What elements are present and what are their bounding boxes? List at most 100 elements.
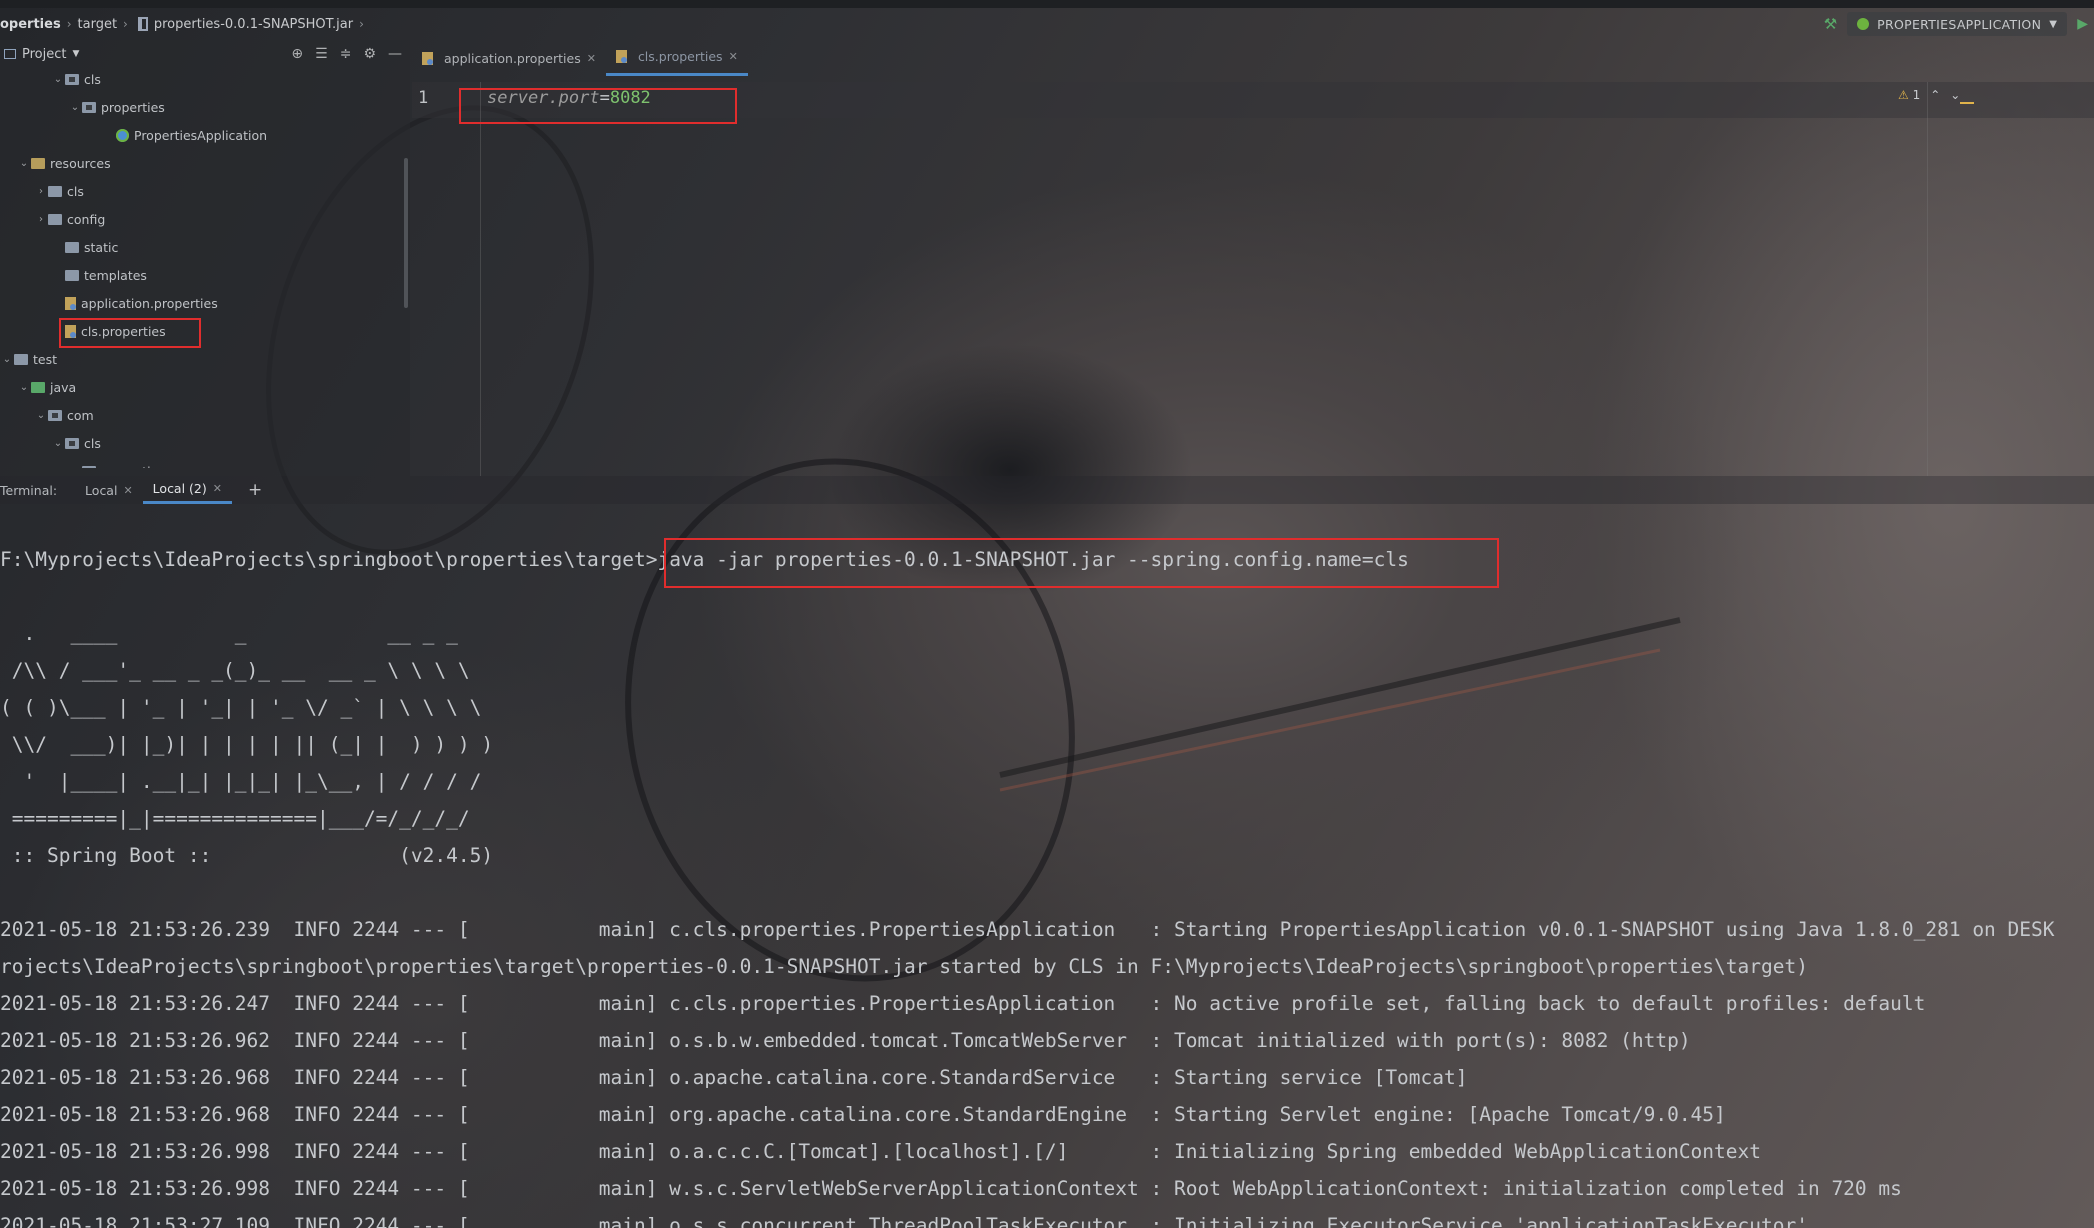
properties-file-icon	[615, 50, 627, 63]
folder-icon	[48, 213, 62, 225]
log-line: 2021-05-18 21:53:26.962 INFO 2244 --- [ …	[0, 1029, 1691, 1052]
chevron-right-icon[interactable]: ›	[34, 214, 48, 225]
run-icon[interactable]: ▶	[2077, 16, 2088, 32]
tree-node[interactable]: ⌄ resources	[17, 152, 111, 174]
folder-icon	[65, 437, 79, 449]
terminal-title: Terminal:	[0, 482, 58, 498]
breadcrumb-separator-icon: ›	[66, 17, 72, 31]
tab-label: cls.properties	[637, 49, 723, 64]
run-configuration-label: PROPERTIESAPPLICATION	[1877, 16, 2042, 32]
spring-boot-icon	[1857, 18, 1870, 30]
breadcrumb-project[interactable]: operties	[0, 17, 61, 32]
project-scrollbar[interactable]	[404, 158, 408, 308]
log-line: 2021-05-18 21:53:27.109 INFO 2244 --- [ …	[0, 1214, 1808, 1228]
log-line: rojects\IdeaProjects\springboot\properti…	[0, 955, 1808, 978]
terminal-tab-local[interactable]: Local ✕	[75, 476, 143, 504]
tree-node[interactable]: static	[51, 236, 118, 258]
folder-icon	[31, 381, 45, 393]
close-icon[interactable]: ✕	[587, 52, 596, 65]
tree-node[interactable]: PropertiesApplication	[102, 124, 267, 146]
terminal-tab-label: Local (2)	[152, 481, 207, 496]
line-number: 1	[418, 88, 429, 108]
tree-node-label: properties	[101, 99, 165, 115]
folder-icon	[65, 73, 79, 85]
chevron-down-icon[interactable]: ⌄	[17, 382, 31, 393]
chevron-up-icon[interactable]: ⌃	[1930, 88, 1940, 102]
tree-node[interactable]: ⌄ test	[0, 348, 57, 370]
collapse-all-icon[interactable]: ≑	[340, 46, 352, 62]
locate-icon[interactable]: ⊕	[291, 46, 303, 62]
folder-icon	[65, 269, 79, 281]
breadcrumb-jar[interactable]: properties-0.0.1-SNAPSHOT.jar	[154, 17, 353, 32]
project-view-selector[interactable]: Project ▼	[4, 47, 79, 62]
properties-file-icon	[65, 296, 76, 310]
chevron-right-icon[interactable]: ›	[34, 186, 48, 197]
tree-node[interactable]: ⌄ java	[17, 376, 76, 398]
warning-marker[interactable]	[1960, 102, 1974, 104]
tree-node-label: test	[33, 351, 58, 367]
chevron-down-icon: ▼	[2049, 18, 2058, 30]
gear-icon[interactable]: ⚙	[363, 46, 376, 62]
close-icon[interactable]: ✕	[213, 482, 222, 495]
folder-icon	[65, 241, 79, 253]
tree-node[interactable]: ⌄ cls	[51, 68, 101, 90]
inspection-widget[interactable]: ⚠ 1 ⌃ ⌄	[1898, 88, 1960, 102]
chevron-down-icon[interactable]: ⌄	[68, 466, 82, 469]
spring-banner-line: =========|_|==============|___/=/_/_/_/	[0, 807, 470, 830]
expand-all-icon[interactable]: ☰	[315, 46, 328, 62]
spring-banner-line: ( ( )\___ | '_ | '_| | '_ \/ _` | \ \ \ …	[0, 696, 482, 719]
chevron-down-icon[interactable]: ⌄	[17, 158, 31, 169]
chevron-down-icon[interactable]: ⌄	[68, 102, 82, 113]
folder-icon	[31, 157, 45, 169]
spring-banner-line: :: Spring Boot :: (v2.4.5)	[0, 844, 494, 867]
log-line: 2021-05-18 21:53:26.247 INFO 2244 --- [ …	[0, 992, 1926, 1015]
tree-node-label: java	[50, 379, 77, 395]
tree-node[interactable]: ⌄ cls	[51, 432, 101, 454]
terminal-output[interactable]: F:\Myprojects\IdeaProjects\springboot\pr…	[0, 504, 2094, 1228]
right-margin-guide	[1927, 82, 1928, 476]
log-line: 2021-05-18 21:53:26.239 INFO 2244 --- [ …	[0, 918, 2055, 941]
chevron-down-icon: ▼	[72, 49, 80, 59]
breadcrumb-target[interactable]: target	[78, 17, 118, 32]
code-editor[interactable]: 1 server.port=8082 ⚠ 1 ⌃ ⌄	[412, 82, 2094, 476]
spring-class-icon	[116, 128, 129, 142]
folder-icon	[14, 353, 28, 365]
run-configuration-dropdown[interactable]: PROPERTIESAPPLICATION ▼	[1847, 12, 2068, 36]
tree-node[interactable]: › config	[34, 208, 105, 230]
close-icon[interactable]: ✕	[123, 484, 132, 497]
properties-file-icon	[422, 51, 433, 65]
tab-application-properties[interactable]: application.properties ✕	[412, 40, 606, 76]
tree-node-label: com	[67, 407, 94, 423]
tree-node-label: cls	[67, 183, 84, 199]
highlight-code-box	[459, 88, 737, 124]
tree-node[interactable]: templates	[51, 264, 147, 286]
navigation-bar: operties › target › properties-0.0.1-SNA…	[0, 8, 2094, 40]
new-terminal-plus-icon[interactable]: +	[248, 480, 262, 500]
terminal-tab-local-2[interactable]: Local (2) ✕	[142, 476, 232, 504]
jar-file-icon	[137, 17, 148, 31]
tree-node[interactable]: ⌄ com	[34, 404, 94, 426]
tab-cls-properties[interactable]: cls.properties ✕	[605, 40, 748, 76]
tree-node-label: resources	[50, 155, 111, 171]
chevron-down-icon[interactable]: ⌄	[51, 74, 65, 85]
tree-node[interactable]: application.properties	[51, 292, 218, 314]
project-tree: ⌄ cls ⌄ properties PropertiesApplication ⌄ res…	[0, 68, 410, 468]
close-icon[interactable]: ✕	[729, 50, 738, 63]
terminal-tab-label: Local	[85, 482, 118, 498]
folder-icon	[82, 101, 96, 113]
tree-node[interactable]: › cls	[34, 180, 84, 202]
project-icon	[4, 49, 16, 59]
warning-icon: ⚠	[1898, 88, 1909, 102]
chevron-down-icon[interactable]: ⌄	[1950, 88, 1960, 102]
hide-icon[interactable]: —	[388, 46, 402, 62]
log-line: 2021-05-18 21:53:26.968 INFO 2244 --- [ …	[0, 1103, 1726, 1126]
build-hammer-icon[interactable]: ⚒	[1824, 15, 1837, 33]
tree-node[interactable]: ⌄ properties	[68, 460, 165, 468]
title-strip	[0, 0, 2094, 8]
chevron-down-icon[interactable]: ⌄	[51, 438, 65, 449]
tree-node-label: static	[84, 239, 119, 255]
chevron-down-icon[interactable]: ⌄	[34, 410, 48, 421]
tree-node[interactable]: ⌄ properties	[68, 96, 165, 118]
chevron-down-icon[interactable]: ⌄	[0, 354, 14, 365]
tree-node-label: application.properties	[81, 295, 218, 311]
